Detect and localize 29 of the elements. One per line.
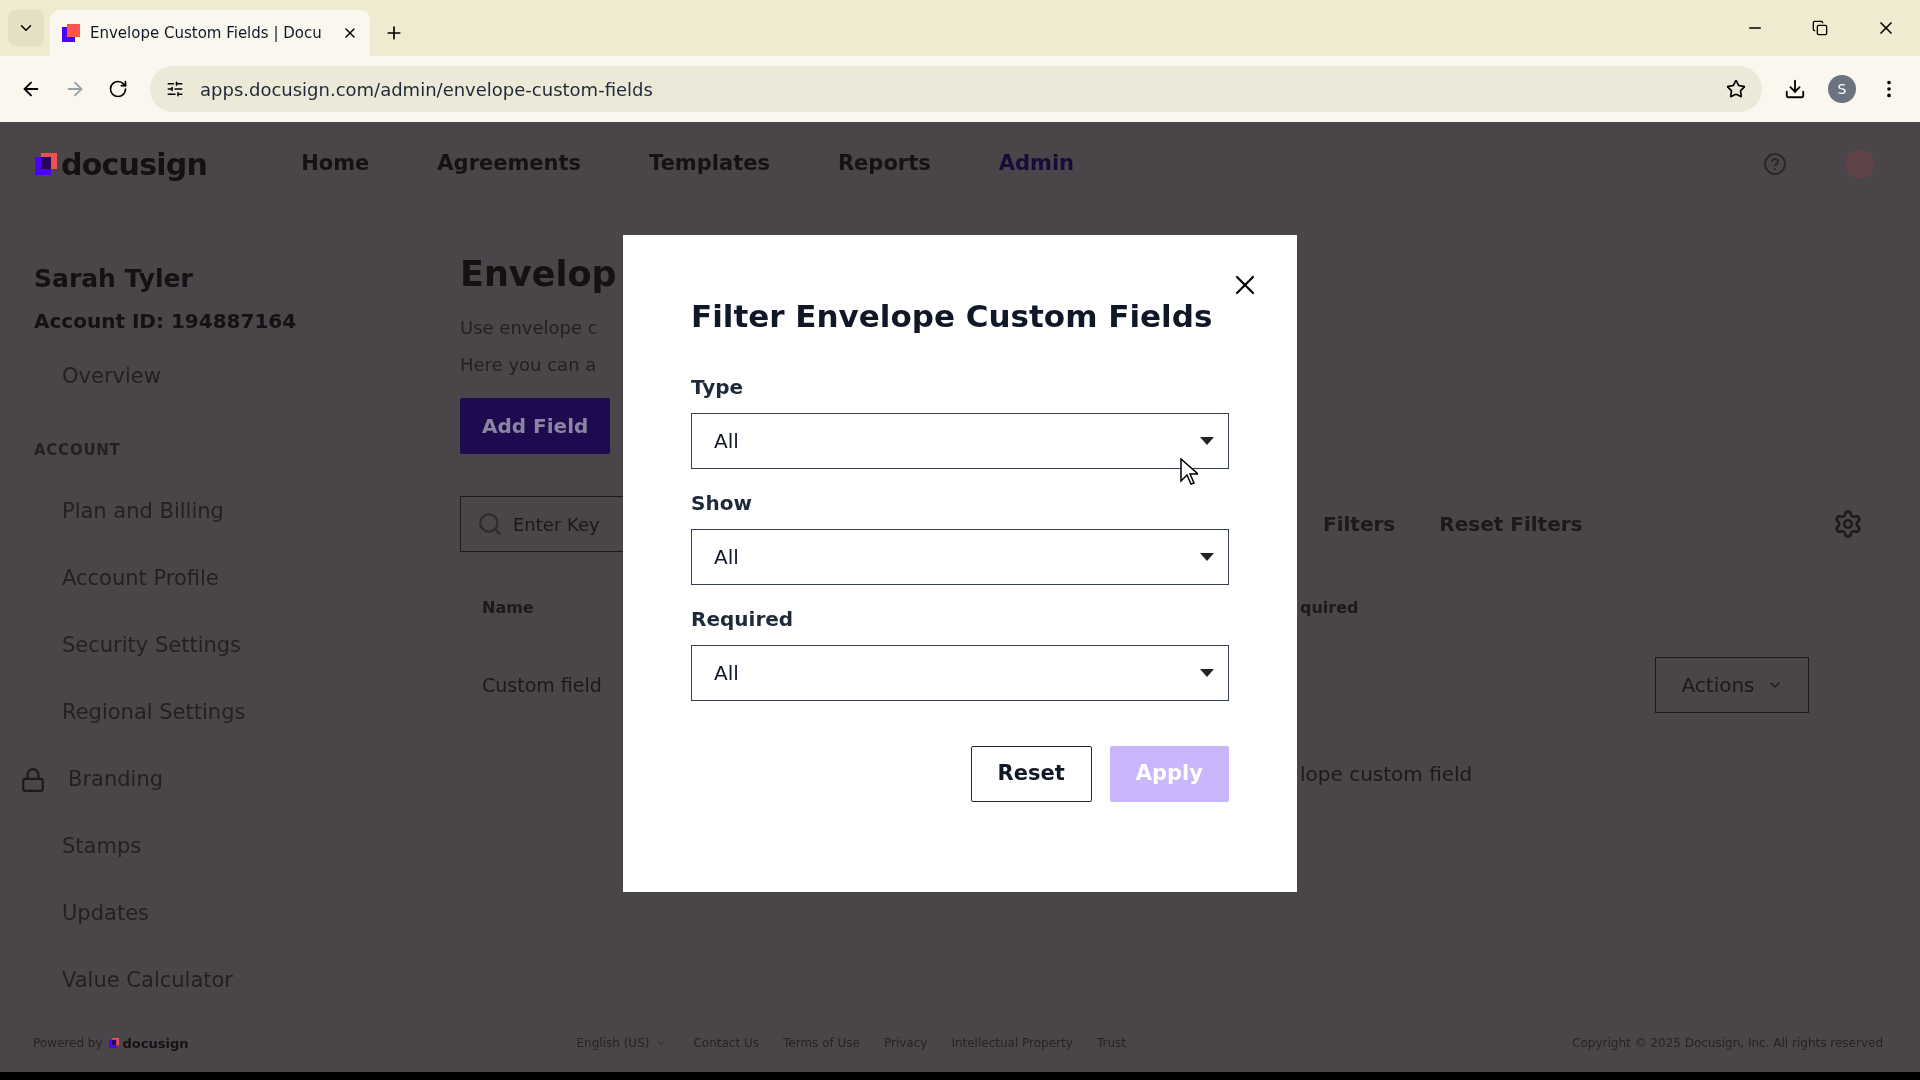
restore-icon[interactable] — [1812, 20, 1828, 36]
search-icon — [477, 511, 503, 538]
browser-tab[interactable]: Envelope Custom Fields | Docu — [50, 10, 370, 56]
select-field[interactable]: All — [691, 528, 1229, 585]
caret-icon — [1200, 668, 1214, 677]
field-label: Show — [691, 489, 753, 517]
field-label: Type — [691, 373, 745, 401]
url-text: apps.docusign.com/admin/envelope-custom-fields — [200, 77, 653, 102]
field-label: Required — [691, 605, 795, 633]
reload-icon[interactable] — [108, 79, 128, 99]
profile-avatar[interactable]: S — [1828, 75, 1856, 103]
dialog-title: Filter Envelope Custom Fields — [691, 297, 1214, 336]
tab-title: Envelope Custom Fields | Docu — [90, 22, 322, 44]
caret-icon — [1200, 552, 1214, 561]
site-settings-icon[interactable] — [166, 80, 184, 98]
lock-icon — [20, 767, 46, 794]
address-field[interactable]: apps.docusign.com/admin/envelope-custom-fields — [150, 66, 1762, 112]
caret-icon — [1200, 436, 1214, 445]
add-field-button[interactable]: Add Field — [460, 398, 611, 455]
select-field[interactable]: All — [691, 412, 1229, 469]
bookmark-star-icon[interactable] — [1726, 79, 1746, 99]
nav-tab[interactable]: Admin — [998, 148, 1075, 180]
mouse-cursor-icon — [1180, 458, 1198, 486]
download-icon[interactable] — [1784, 78, 1806, 100]
select-field[interactable]: All — [691, 644, 1229, 701]
logo-icon — [108, 1038, 119, 1049]
reset-button[interactable]: Reset — [970, 745, 1092, 802]
logo-icon — [35, 153, 57, 176]
favicon-icon — [62, 24, 80, 42]
